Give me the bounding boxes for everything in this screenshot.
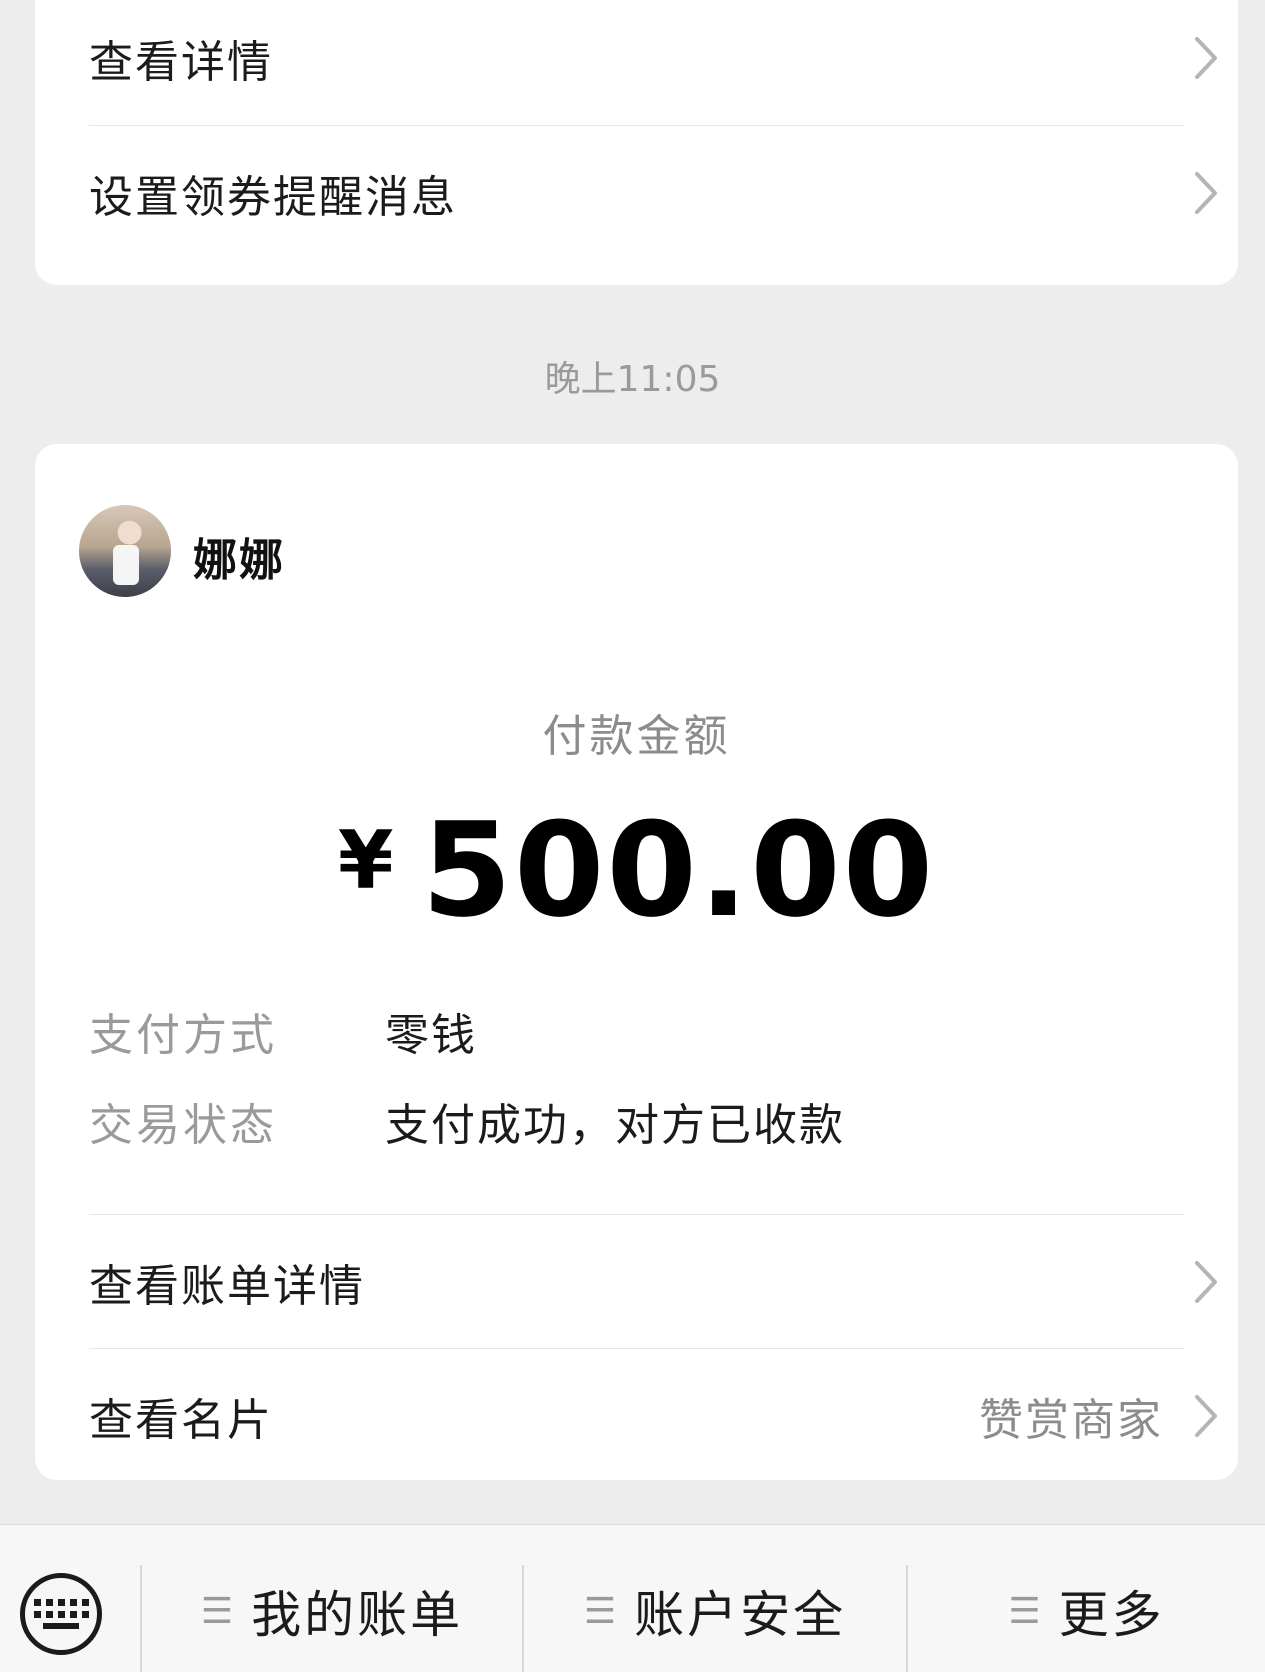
chevron-right-icon xyxy=(1195,37,1217,79)
message-timestamp: 晚上11:05 xyxy=(544,359,721,400)
menu-account-security-label: 账户安全 xyxy=(634,1586,847,1644)
currency-symbol: ¥ xyxy=(337,814,394,907)
transaction-status-label: 交易状态 xyxy=(89,1100,277,1151)
payment-method-label: 支付方式 xyxy=(89,1010,277,1061)
view-details-row[interactable]: 查看详情 xyxy=(89,0,1219,125)
payment-card[interactable]: 娜娜 付款金额 ¥500.00 支付方式 零钱 交易状态 支付成功，对方已收款 … xyxy=(35,444,1238,1480)
top-card: 查看详情 设置领券提醒消息 xyxy=(35,0,1238,285)
view-bill-details-label: 查看账单详情 xyxy=(89,1261,365,1312)
reward-merchant-text: 赞赏商家 xyxy=(979,1395,1163,1446)
view-bill-details-row[interactable]: 查看账单详情 xyxy=(89,1215,1219,1349)
coupon-reminder-label: 设置领券提醒消息 xyxy=(89,172,457,223)
amount-label: 付款金额 xyxy=(542,711,731,762)
chevron-right-icon xyxy=(1195,1261,1217,1303)
menu-more[interactable]: ☰ 更多 xyxy=(908,1563,1265,1659)
payment-method-row: 支付方式 零钱 xyxy=(89,999,477,1063)
keyboard-icon[interactable] xyxy=(20,1573,102,1655)
payment-method-value: 零钱 xyxy=(385,1010,477,1061)
menu-account-security[interactable]: ☰ 账户安全 xyxy=(524,1563,906,1659)
view-card-label: 查看名片 xyxy=(89,1395,273,1446)
transaction-status-row: 交易状态 支付成功，对方已收款 xyxy=(89,1089,845,1153)
view-card-row[interactable]: 查看名片 赞赏商家 xyxy=(89,1349,1219,1483)
coupon-reminder-row[interactable]: 设置领券提醒消息 xyxy=(89,126,1219,260)
menu-more-label: 更多 xyxy=(1058,1586,1165,1644)
menu-lines-icon: ☰ xyxy=(1008,1590,1041,1632)
menu-my-bills-label: 我的账单 xyxy=(251,1586,464,1644)
amount-value: 500.00 xyxy=(421,794,936,946)
menu-my-bills[interactable]: ☰ 我的账单 xyxy=(142,1563,522,1659)
view-details-label: 查看详情 xyxy=(89,37,273,88)
chevron-right-icon xyxy=(1195,1395,1217,1437)
avatar[interactable] xyxy=(79,505,171,597)
bottom-menu-bar: ☰ 我的账单 ☰ 账户安全 ☰ 更多 xyxy=(0,1524,1265,1672)
chevron-right-icon xyxy=(1195,172,1217,214)
transaction-status-value: 支付成功，对方已收款 xyxy=(385,1100,845,1151)
payment-amount: ¥500.00 xyxy=(35,794,1238,946)
menu-lines-icon: ☰ xyxy=(583,1590,617,1632)
payee-name: 娜娜 xyxy=(193,535,285,586)
menu-lines-icon: ☰ xyxy=(200,1590,234,1632)
